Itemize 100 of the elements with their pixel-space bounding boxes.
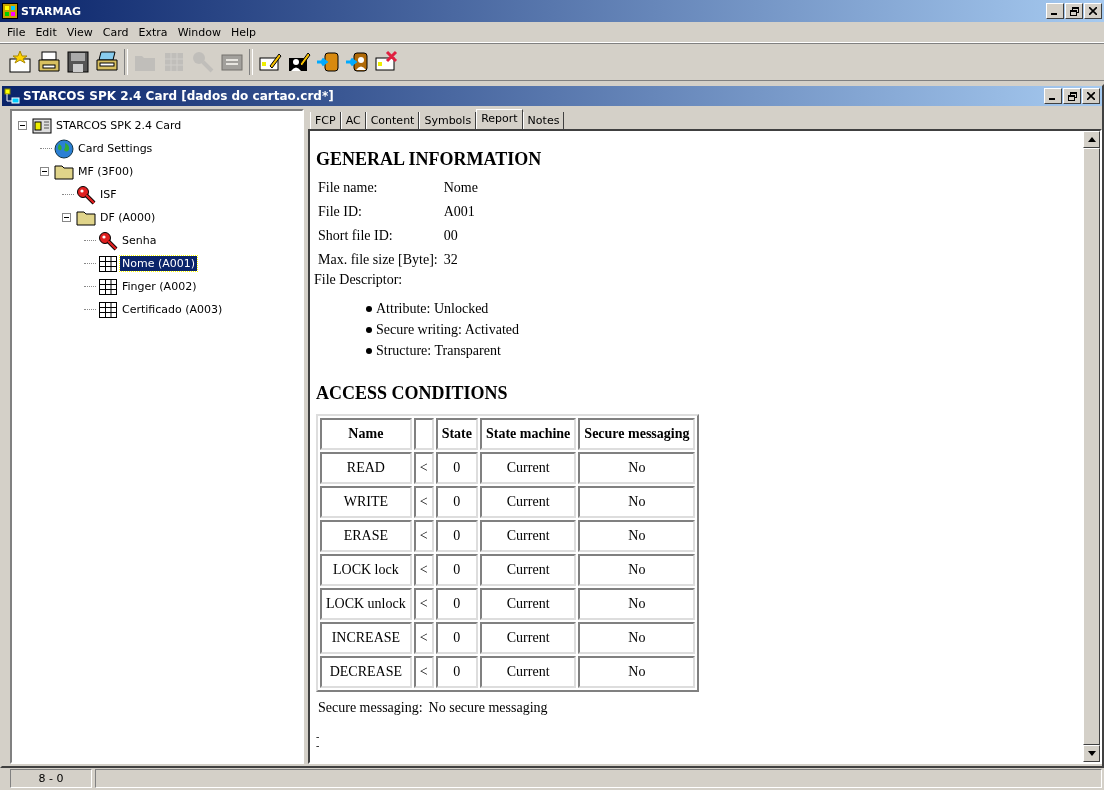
up-arrow-icon[interactable] <box>1087 137 1096 142</box>
menu-item[interactable]: View <box>61 25 98 39</box>
menu-item[interactable]: Help <box>226 25 262 39</box>
minimize-button[interactable] <box>1046 3 1064 19</box>
menu-item[interactable]: Edit <box>30 25 62 39</box>
key-icon <box>98 230 118 251</box>
close-button[interactable] <box>1084 3 1102 19</box>
table-cell: < <box>413 622 434 654</box>
table-cell: 0 <box>435 486 478 518</box>
bullet-icon <box>366 326 372 333</box>
table-cell: 0 <box>435 520 478 552</box>
column-header: State <box>435 418 478 450</box>
app-icon <box>2 3 18 19</box>
field-value: A001 <box>443 204 476 220</box>
printer-icon[interactable] <box>37 50 61 74</box>
field-value: 00 <box>443 228 459 244</box>
table-cell: READ <box>320 452 412 484</box>
dash-mark: - <box>316 741 321 750</box>
restore-button[interactable] <box>1063 88 1081 104</box>
database-arrow-icon[interactable] <box>316 50 340 74</box>
field-label: File ID: <box>318 204 363 220</box>
table-cell: 0 <box>435 656 478 688</box>
tree-item[interactable]: Card Settings <box>76 141 155 156</box>
field-label: Short file ID: <box>318 228 394 244</box>
card-cross-icon[interactable] <box>374 50 398 74</box>
menu-item[interactable]: Card <box>97 25 134 39</box>
table-cell: No <box>578 452 696 484</box>
table-icon <box>98 276 118 297</box>
table-cell: Current <box>479 554 577 586</box>
table-cell: Current <box>479 656 577 688</box>
chip-card-icon <box>32 115 52 136</box>
table-cell: ERASE <box>320 520 412 552</box>
restore-icon <box>1067 91 1077 101</box>
table-cell: < <box>413 486 434 518</box>
list-item: Attribute: Unlocked <box>376 300 489 317</box>
table-cell: 0 <box>435 452 478 484</box>
field-value: Nome <box>443 180 479 196</box>
tree-item[interactable]: DF (A000) <box>98 210 158 225</box>
window-title: STARMAG <box>21 4 83 18</box>
menu-item[interactable]: Extra <box>133 25 173 39</box>
tree-item[interactable]: Certificado (A003) <box>120 302 225 317</box>
scrollbar[interactable] <box>1083 131 1100 762</box>
tree-item[interactable]: STARCOS SPK 2.4 Card <box>54 118 184 133</box>
document-icon <box>4 88 20 104</box>
column-header: Secure messaging <box>578 418 696 450</box>
restore-icon <box>1069 6 1079 16</box>
field-label: File name: <box>318 180 379 196</box>
table-cell: No <box>578 588 696 620</box>
menu-item[interactable]: Window <box>172 25 226 39</box>
pencil-person-icon[interactable] <box>287 50 311 74</box>
tree-item[interactable]: Finger (A002) <box>120 279 199 294</box>
person-arrow-icon[interactable] <box>345 50 369 74</box>
list-item: Structure: Transparent <box>376 342 501 359</box>
table-cell: < <box>413 452 434 484</box>
table-cell: 0 <box>435 588 478 620</box>
bullet-icon <box>366 347 372 354</box>
new-card-icon[interactable] <box>8 50 32 74</box>
field-value: 32 <box>443 252 459 268</box>
bullet-icon <box>366 305 372 312</box>
column-header: State machine <box>479 418 577 450</box>
table-cell: DECREASE <box>320 656 412 688</box>
table-cell: Current <box>479 622 577 654</box>
table-cell: Current <box>479 452 577 484</box>
close-icon <box>1087 92 1095 100</box>
table-cell: Current <box>479 588 577 620</box>
table-cell: < <box>413 554 434 586</box>
tree-item[interactable]: Senha <box>120 233 159 248</box>
down-arrow-icon[interactable] <box>1087 751 1096 756</box>
table-cell: INCREASE <box>320 622 412 654</box>
table-cell: Current <box>479 486 577 518</box>
tab[interactable]: Report <box>476 109 523 129</box>
tree-item[interactable]: Nome (A001) <box>120 256 198 271</box>
restore-button[interactable] <box>1065 3 1083 19</box>
table-cell: No <box>578 486 696 518</box>
tree-item[interactable]: ISF <box>98 187 119 202</box>
minimize-button[interactable] <box>1044 88 1062 104</box>
field-label: Max. file size [Byte]: <box>318 252 438 268</box>
document-title: STARCOS SPK 2.4 Card [dados do cartao.crd*] <box>23 89 335 103</box>
key-icon <box>76 184 96 205</box>
tree-item[interactable]: MF (3F00) <box>76 164 136 179</box>
field-label: Secure messaging: <box>318 700 423 715</box>
table-cell: < <box>413 588 434 620</box>
table-cell: LOCK lock <box>320 554 412 586</box>
table-cell: Current <box>479 520 577 552</box>
print-icon[interactable] <box>95 50 119 74</box>
close-icon <box>1089 7 1097 15</box>
column-header <box>413 418 434 450</box>
table-cell: No <box>578 656 696 688</box>
menu-item[interactable]: File <box>2 25 31 39</box>
field-value: No secure messaging <box>428 700 548 715</box>
table-cell: 0 <box>435 554 478 586</box>
field-label: File Descriptor: <box>314 272 404 288</box>
table-cell: < <box>413 520 434 552</box>
save-icon[interactable] <box>66 50 90 74</box>
close-button[interactable] <box>1082 88 1100 104</box>
table-cell: No <box>578 622 696 654</box>
list-item: Secure writing: Activated <box>376 321 520 338</box>
dash-mark: - <box>316 732 321 741</box>
table-icon <box>98 299 118 320</box>
table-icon <box>98 253 118 274</box>
